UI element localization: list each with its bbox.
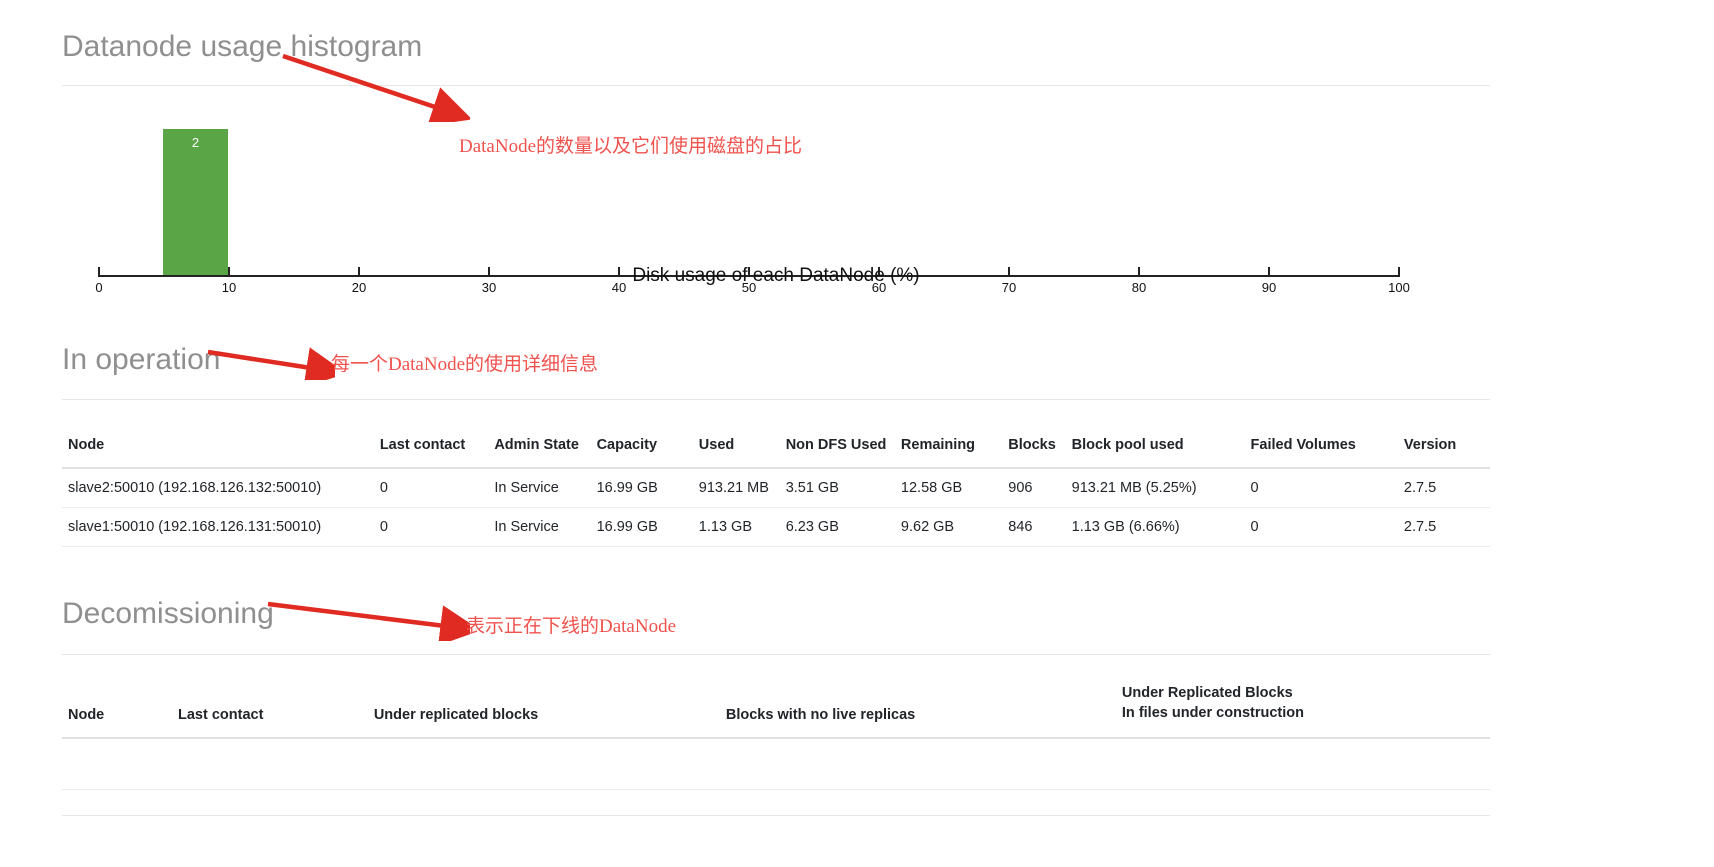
page-title-decommissioning: Decomissioning bbox=[62, 597, 274, 630]
cell-block-pool-used: 1.13 GB (6.66%) bbox=[1065, 507, 1245, 547]
divider-in-operation bbox=[62, 399, 1490, 400]
header-line-2: In files under construction bbox=[1121, 704, 1304, 721]
cell-empty bbox=[172, 738, 368, 791]
divider-histogram bbox=[62, 85, 1490, 86]
in-operation-table: Node Last contact Admin State Capacity U… bbox=[62, 425, 1490, 547]
annotation-text-decommissioning: 表示正在下线的DataNode bbox=[466, 616, 677, 637]
table-row[interactable]: slave1:50010 (192.168.126.131:50010) 0 I… bbox=[62, 507, 1490, 547]
col-header-admin-state[interactable]: Admin State bbox=[488, 425, 591, 469]
col-header-blocks-no-live-replicas[interactable]: Blocks with no live replicas bbox=[719, 672, 1116, 740]
cell-version: 2.7.5 bbox=[1397, 468, 1490, 508]
cell-empty bbox=[367, 738, 720, 791]
col-header-under-replicated-in-construction[interactable]: Under Replicated Blocks In files under c… bbox=[1115, 672, 1490, 740]
cell-empty bbox=[62, 738, 172, 791]
cell-capacity: 16.99 GB bbox=[590, 468, 693, 508]
annotation-arrow-3 bbox=[267, 601, 470, 641]
cell-remaining: 9.62 GB bbox=[894, 507, 1003, 547]
cell-remaining: 12.58 GB bbox=[894, 468, 1003, 508]
datanode-info-page: Datanode usage histogram 2 0 10 20 30 40 50 60… bbox=[0, 0, 1714, 867]
decommissioning-header-row: Node Last contact Under replicated block… bbox=[62, 672, 1490, 740]
cell-failed-volumes: 0 bbox=[1244, 468, 1398, 508]
cell-node[interactable]: slave2:50010 (192.168.126.132:50010) bbox=[62, 468, 374, 508]
col-header-last-contact[interactable]: Last contact bbox=[373, 425, 489, 469]
annotation-text-in-operation: 每一个DataNode的使用详细信息 bbox=[331, 354, 599, 375]
cell-used: 913.21 MB bbox=[692, 468, 780, 508]
cell-admin-state: In Service bbox=[488, 468, 591, 508]
table-row[interactable]: slave2:50010 (192.168.126.132:50010) 0 I… bbox=[62, 468, 1490, 508]
cell-last-contact: 0 bbox=[373, 468, 489, 508]
cell-non-dfs-used: 3.51 GB bbox=[779, 468, 895, 508]
col-header-capacity[interactable]: Capacity bbox=[590, 425, 693, 469]
col-header-used[interactable]: Used bbox=[692, 425, 780, 469]
page-title-in-operation: In operation bbox=[62, 343, 221, 376]
histogram-bar-label: 2 bbox=[191, 135, 200, 150]
col-header-non-dfs-used[interactable]: Non DFS Used bbox=[779, 425, 895, 469]
col-header-under-replicated-blocks[interactable]: Under replicated blocks bbox=[367, 672, 720, 740]
annotation-text-histogram: DataNode的数量以及它们使用磁盘的占比 bbox=[459, 136, 803, 157]
col-header-node[interactable]: Node bbox=[62, 672, 172, 740]
header-line-1: Under Replicated Blocks bbox=[1121, 685, 1293, 701]
cell-empty bbox=[1115, 738, 1490, 791]
cell-failed-volumes: 0 bbox=[1244, 507, 1398, 547]
col-header-blocks[interactable]: Blocks bbox=[1002, 425, 1066, 469]
col-header-last-contact[interactable]: Last contact bbox=[172, 672, 368, 740]
col-header-block-pool-used[interactable]: Block pool used bbox=[1065, 425, 1245, 469]
cell-block-pool-used: 913.21 MB (5.25%) bbox=[1065, 468, 1245, 508]
decommissioning-table: Node Last contact Under replicated block… bbox=[62, 672, 1490, 791]
col-header-version[interactable]: Version bbox=[1397, 425, 1490, 469]
annotation-arrow-2 bbox=[207, 347, 335, 380]
cell-version: 2.7.5 bbox=[1397, 507, 1490, 547]
x-axis-title: Disk usage of each DataNode (%) bbox=[632, 265, 920, 286]
cell-capacity: 16.99 GB bbox=[590, 507, 693, 547]
col-header-node[interactable]: Node bbox=[62, 425, 374, 469]
col-header-remaining[interactable]: Remaining bbox=[894, 425, 1003, 469]
in-operation-header-row: Node Last contact Admin State Capacity U… bbox=[62, 425, 1490, 469]
histogram-bar[interactable]: 2 bbox=[163, 129, 228, 275]
cell-blocks: 846 bbox=[1002, 507, 1066, 547]
cell-empty bbox=[719, 738, 1116, 791]
divider-bottom bbox=[62, 815, 1490, 816]
page-title-histogram: Datanode usage histogram bbox=[62, 30, 423, 63]
cell-last-contact: 0 bbox=[373, 507, 489, 547]
histogram-plot-area: 2 bbox=[98, 95, 1398, 275]
divider-decommissioning bbox=[62, 654, 1490, 655]
cell-admin-state: In Service bbox=[488, 507, 591, 547]
cell-used: 1.13 GB bbox=[692, 507, 780, 547]
cell-node[interactable]: slave1:50010 (192.168.126.131:50010) bbox=[62, 507, 374, 547]
cell-non-dfs-used: 6.23 GB bbox=[779, 507, 895, 547]
cell-blocks: 906 bbox=[1002, 468, 1066, 508]
col-header-failed-volumes[interactable]: Failed Volumes bbox=[1244, 425, 1398, 469]
table-row-empty bbox=[62, 738, 1490, 791]
